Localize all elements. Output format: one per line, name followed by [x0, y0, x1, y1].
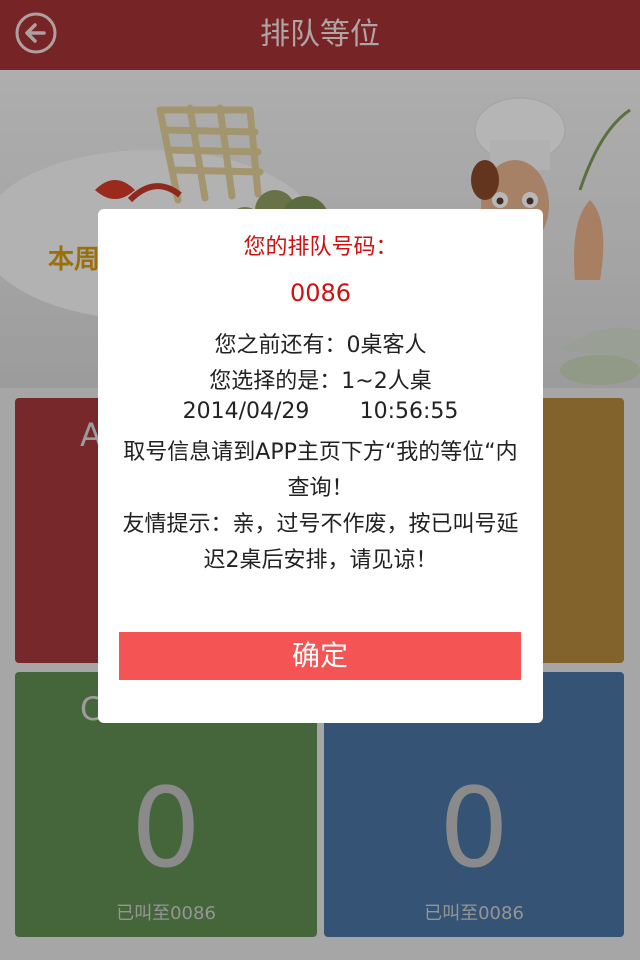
tables-ahead-text: 您之前还有：0桌客人 — [214, 333, 427, 358]
table-size-text: 您选择的是：1~2人桌 — [209, 369, 432, 394]
info-text: 取号信息请到APP主页下方“我的等位“内查询！ — [123, 440, 518, 501]
ticket-time: 10:56:55 — [359, 399, 459, 424]
tip-text: 友情提示：亲，过号不作废，按已叫号延迟2桌后安排，请见谅！ — [122, 512, 519, 573]
ticket-datetime: 2014/04/29 10:56:55 — [98, 399, 543, 424]
queue-ticket-dialog: 您的排队号码： 0086 您之前还有：0桌客人 您选择的是：1~2人桌 2014… — [98, 209, 543, 723]
queue-number: 0086 — [289, 279, 352, 307]
confirm-button[interactable]: 确定 — [119, 632, 521, 680]
ticket-date: 2014/04/29 — [182, 399, 310, 424]
dialog-message: 取号信息请到APP主页下方“我的等位“内查询！ 友情提示：亲，过号不作废，按已叫… — [120, 435, 521, 579]
dialog-title: 您的排队号码： — [243, 235, 398, 260]
